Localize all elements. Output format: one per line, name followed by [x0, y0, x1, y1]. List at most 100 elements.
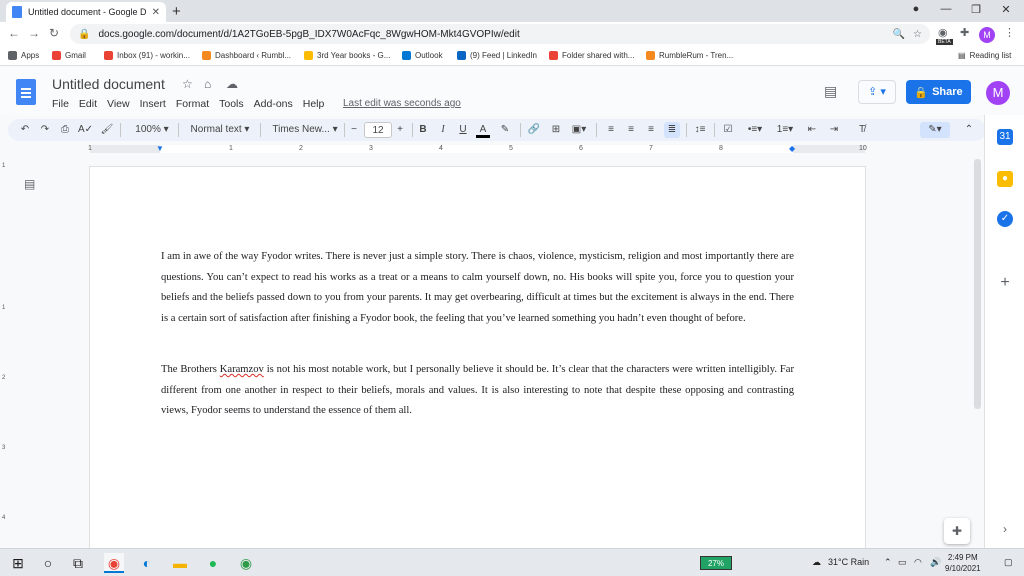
clock[interactable]: 2:49 PM 9/10/2021 [945, 552, 981, 574]
paragraph-1[interactable]: I am in awe of the way Fyodor writes. Th… [161, 247, 794, 329]
calendar-icon[interactable]: 31 [997, 129, 1013, 145]
utorrent-icon[interactable]: ◉ [236, 553, 256, 573]
edge-taskbar-icon[interactable]: ◐ [137, 553, 157, 573]
bookmark-gmail[interactable]: Gmail [52, 51, 86, 60]
battery-icon[interactable]: ▭ [898, 557, 907, 568]
expand-panel-icon[interactable]: › [997, 521, 1013, 537]
menu-view[interactable]: View [107, 98, 130, 110]
decrease-indent-icon[interactable]: ⇤ [804, 122, 820, 138]
account-avatar[interactable]: M [986, 81, 1010, 105]
extension-icon[interactable]: ◉ [938, 26, 948, 39]
decrease-font-size-button[interactable]: − [348, 122, 360, 138]
chrome-menu-icon[interactable]: ⋮ [1004, 26, 1015, 39]
bookmark-linkedin[interactable]: (9) Feed | LinkedIn [457, 51, 537, 60]
justify-icon[interactable]: ≣ [664, 122, 680, 138]
extensions-puzzle-icon[interactable]: ✚ [960, 26, 969, 39]
document-title[interactable]: Untitled document [52, 76, 165, 92]
editing-mode-icon[interactable]: ✎▾ [920, 122, 950, 138]
present-button[interactable]: ⇪ ▾ [858, 80, 896, 104]
misspelled-word[interactable]: Karamzov [220, 364, 264, 375]
address-bar[interactable]: 🔒 docs.google.com/document/d/1A2TGoEB-5p… [70, 24, 930, 44]
docs-logo-icon[interactable] [16, 79, 36, 105]
file-explorer-icon[interactable]: ▬ [170, 553, 190, 573]
font-select[interactable]: Times New... ▾ [266, 122, 344, 138]
search-circle-icon[interactable]: ○ [38, 553, 58, 573]
menu-tools[interactable]: Tools [219, 98, 244, 110]
text-color-button[interactable]: A [476, 122, 490, 138]
notifications-icon[interactable]: ▢ [1004, 557, 1013, 568]
print-icon[interactable]: ⎙ [58, 122, 72, 138]
vertical-scrollbar[interactable] [974, 155, 982, 548]
menu-addons[interactable]: Add-ons [254, 98, 293, 110]
increase-font-size-button[interactable]: + [394, 122, 406, 138]
clear-formatting-icon[interactable]: T̸ [854, 122, 870, 138]
redo-icon[interactable]: ↷ [38, 122, 52, 138]
keep-icon[interactable]: ● [997, 171, 1013, 187]
spellcheck-icon[interactable]: A✓ [78, 122, 93, 138]
bold-button[interactable]: B [416, 122, 430, 138]
windows-start-icon[interactable]: ⊞ [8, 553, 28, 573]
line-spacing-icon[interactable]: ↕≡ [692, 122, 708, 138]
style-select[interactable]: Normal text ▾ [184, 122, 256, 138]
insert-image-icon[interactable]: ▣▾ [568, 122, 590, 138]
link-icon[interactable]: 🔗 [526, 122, 542, 138]
explore-button[interactable]: ✚ [944, 518, 970, 544]
collapse-menus-icon[interactable]: ⌃ [962, 122, 976, 138]
paint-format-icon[interactable]: 🖌 [100, 122, 114, 138]
comment-history-icon[interactable]: ▤ [824, 83, 837, 100]
reading-list[interactable]: ▤ Reading list [958, 51, 1011, 60]
highlight-icon[interactable]: ✎ [498, 122, 512, 138]
checklist-icon[interactable]: ☑ [720, 122, 736, 138]
menu-insert[interactable]: Insert [140, 98, 166, 110]
reload-icon[interactable]: ↻ [46, 26, 62, 40]
bookmark-rumblerum[interactable]: RumbleRum - Tren... [646, 51, 733, 60]
document-outline-icon[interactable]: ▤ [24, 177, 35, 191]
tasks-icon[interactable]: ✓ [997, 211, 1013, 227]
wifi-icon[interactable]: ◠ [914, 557, 922, 568]
chrome-taskbar-icon[interactable]: ◉ [104, 553, 124, 573]
increase-indent-icon[interactable]: ⇥ [826, 122, 842, 138]
tab-close-icon[interactable]: ✕ [152, 7, 160, 18]
add-ons-plus-icon[interactable]: + [997, 275, 1013, 291]
bulleted-list-icon[interactable]: •≡▾ [742, 122, 768, 138]
tray-chevron-icon[interactable]: ⌃ [884, 557, 892, 568]
tab-search-icon[interactable]: ● [906, 3, 926, 15]
right-indent-marker-icon[interactable]: ◆ [789, 144, 795, 153]
menu-file[interactable]: File [52, 98, 69, 110]
menu-format[interactable]: Format [176, 98, 209, 110]
scrollbar-thumb[interactable] [974, 159, 981, 409]
document-page[interactable]: I am in awe of the way Fyodor writes. Th… [90, 167, 865, 567]
align-right-icon[interactable]: ≡ [644, 122, 658, 138]
paragraph-2[interactable]: The Brothers Karamzov is not his most no… [161, 360, 794, 422]
align-left-icon[interactable]: ≡ [604, 122, 618, 138]
move-folder-icon[interactable]: ⌂ [204, 77, 211, 91]
new-tab-button[interactable]: + [172, 3, 181, 20]
zoom-select[interactable]: 100% ▾ [128, 122, 176, 138]
numbered-list-icon[interactable]: 1≡▾ [772, 122, 798, 138]
underline-button[interactable]: U [456, 122, 470, 138]
battery-indicator[interactable]: 27% [700, 556, 732, 570]
bookmark-apps[interactable]: Apps [8, 51, 39, 60]
profile-avatar[interactable]: M [979, 27, 995, 43]
bookmark-3rd-year-books[interactable]: 3rd Year books - G... [304, 51, 390, 60]
star-icon[interactable]: ☆ [182, 77, 193, 91]
align-center-icon[interactable]: ≡ [624, 122, 638, 138]
zoom-icon[interactable]: 🔍 [893, 29, 905, 40]
volume-icon[interactable]: 🔊 [930, 557, 941, 568]
forward-icon[interactable]: → [26, 26, 42, 40]
bookmark-inbox[interactable]: Inbox (91) - workin... [104, 51, 190, 60]
last-edit-link[interactable]: Last edit was seconds ago [343, 98, 461, 109]
font-size-input[interactable]: 12 [364, 122, 392, 138]
menu-help[interactable]: Help [303, 98, 325, 110]
close-window-icon[interactable]: ✕ [996, 3, 1016, 16]
maximize-icon[interactable]: ❐ [966, 3, 986, 16]
weather-text[interactable]: 31°C Rain [828, 557, 869, 567]
undo-icon[interactable]: ↶ [18, 122, 32, 138]
menu-edit[interactable]: Edit [79, 98, 97, 110]
bookmark-folder-shared[interactable]: Folder shared with... [549, 51, 634, 60]
bookmark-dashboard[interactable]: Dashboard ‹ Rumbl... [202, 51, 291, 60]
left-indent-marker-icon[interactable]: ▼ [156, 144, 164, 153]
bookmark-outlook[interactable]: Outlook [402, 51, 443, 60]
minimize-icon[interactable]: — [936, 3, 956, 15]
spotify-icon[interactable]: ● [203, 553, 223, 573]
